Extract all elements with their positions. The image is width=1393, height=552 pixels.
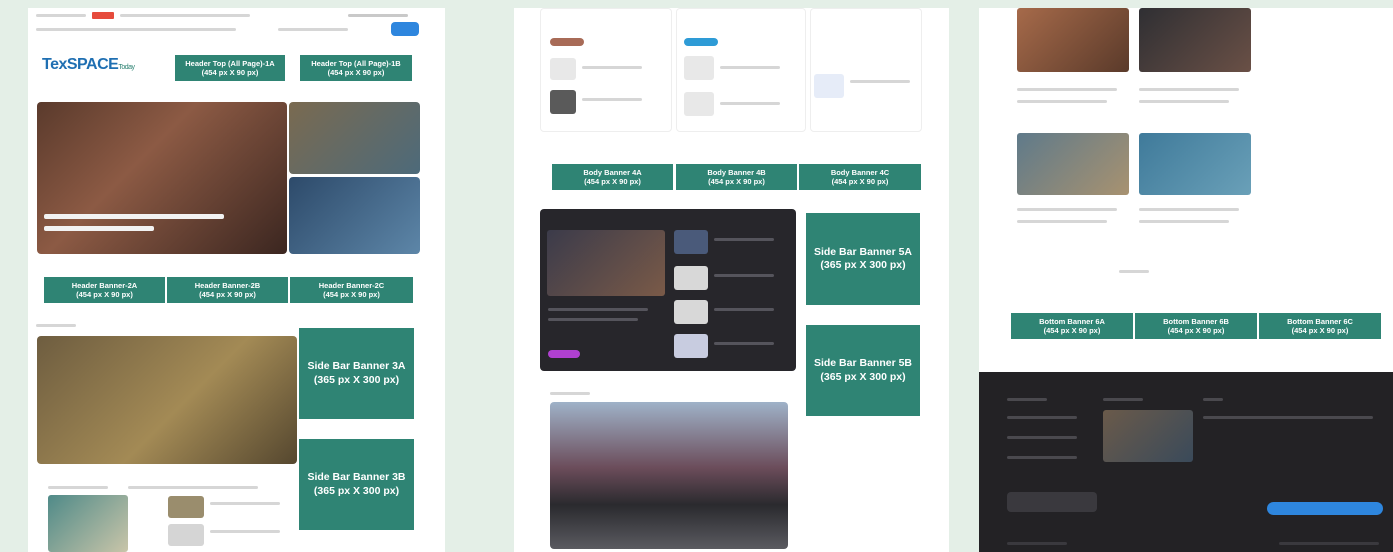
site-footer xyxy=(979,372,1393,552)
banner-body-4a[interactable]: Body Banner 4A (454 px X 90 px) xyxy=(552,164,673,190)
banner-side-bar-5b[interactable]: Side Bar Banner 5B (365 px X 300 px) xyxy=(806,325,920,416)
banner-header-top-1b[interactable]: Header Top (All Page)-1B (454 px X 90 px) xyxy=(300,55,412,81)
banner-header-2c[interactable]: Header Banner-2C (454 px X 90 px) xyxy=(290,277,413,303)
hero-image[interactable] xyxy=(37,102,287,254)
page-preview-bottom: Bottom Banner 6A (454 px X 90 px) Bottom … xyxy=(979,8,1393,552)
banner-side-bar-3a[interactable]: Side Bar Banner 3A (365 px X 300 px) xyxy=(299,328,414,419)
subscribe-button[interactable] xyxy=(1267,502,1383,515)
hero-side-image-2[interactable] xyxy=(289,177,420,254)
site-logo[interactable]: TexSPACEToday xyxy=(42,56,135,74)
featured-photo[interactable] xyxy=(550,402,788,549)
page-preview-home-top: TexSPACEToday Header Top (All Page)-1A (4… xyxy=(28,8,445,552)
banner-body-4b[interactable]: Body Banner 4B (454 px X 90 px) xyxy=(676,164,797,190)
banner-bottom-6a[interactable]: Bottom Banner 6A (454 px X 90 px) xyxy=(1011,313,1133,339)
banner-bottom-6b[interactable]: Bottom Banner 6B (454 px X 90 px) xyxy=(1135,313,1257,339)
page-preview-body: Body Banner 4A (454 px X 90 px) Body Bann… xyxy=(514,8,949,552)
feature-image[interactable] xyxy=(37,336,297,464)
banner-bottom-6c[interactable]: Bottom Banner 6C (454 px X 90 px) xyxy=(1259,313,1381,339)
banner-body-4c[interactable]: Body Banner 4C (454 px X 90 px) xyxy=(799,164,921,190)
hero-side-image-1[interactable] xyxy=(289,102,420,174)
banner-header-2a[interactable]: Header Banner-2A (454 px X 90 px) xyxy=(44,277,165,303)
banner-side-bar-5a[interactable]: Side Bar Banner 5A (365 px X 300 px) xyxy=(806,213,920,305)
banner-side-bar-3b[interactable]: Side Bar Banner 3B (365 px X 300 px) xyxy=(299,439,414,530)
banner-header-top-1a[interactable]: Header Top (All Page)-1A (454 px X 90 px) xyxy=(175,55,285,81)
banner-header-2b[interactable]: Header Banner-2B (454 px X 90 px) xyxy=(167,277,288,303)
